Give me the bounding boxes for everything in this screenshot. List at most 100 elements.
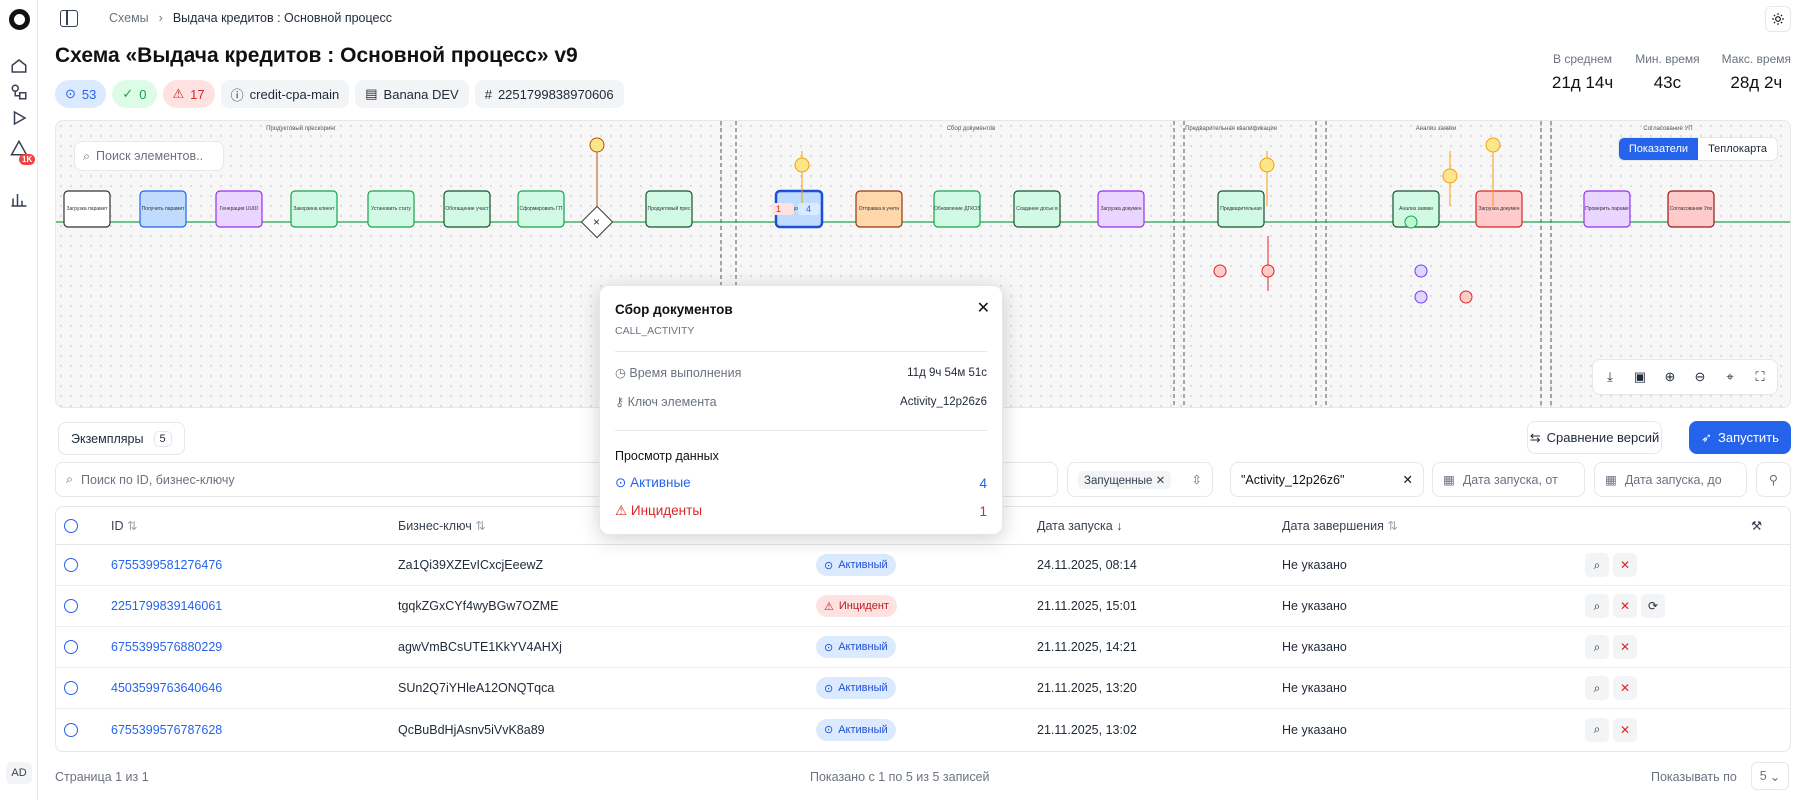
bpmn-task-label: Сформировать ГП — [520, 206, 563, 212]
done-chip[interactable]: ✓ 0 — [112, 80, 157, 108]
active-link[interactable]: ⊙ Активные 4 — [615, 469, 987, 497]
cancel-icon[interactable]: ✕ — [1613, 635, 1637, 659]
start-date: 21.11.2025, 14:21 — [1037, 640, 1137, 654]
cancel-icon[interactable]: ✕ — [1613, 717, 1637, 742]
col-end-label: Дата завершения — [1282, 519, 1384, 533]
active-icon: ⊙ — [65, 86, 76, 101]
close-icon[interactable]: ✕ — [977, 298, 990, 318]
download-icon[interactable]: ⤓ — [1597, 364, 1623, 390]
scheme-id: 2251799838970606 — [497, 86, 614, 102]
remove-icon[interactable]: ✕ — [1156, 475, 1166, 487]
cancel-icon[interactable]: ✕ — [1613, 594, 1637, 618]
status-label: Активный — [838, 682, 888, 694]
col-key[interactable]: Бизнес-ключ ⇅ — [398, 518, 486, 533]
business-key: QcBuBdHjAsnv5iVvK8a89 — [398, 722, 545, 737]
chevron-down-icon: ⌄ — [1769, 769, 1781, 784]
lane-label: Анализ заявки — [1416, 126, 1456, 132]
mode-heatmap[interactable]: Теплокарта — [1698, 138, 1777, 160]
bpmn-task-label: Загрузка парамет — [66, 206, 108, 212]
warning-icon: ⚠ — [172, 86, 185, 101]
table-row[interactable]: 4503599763640646 SUn2Q7iYHleA12ONQTqca ⊙ Ак… — [56, 668, 1790, 709]
status-label: Активный — [838, 559, 888, 571]
data-heading: Просмотр данных — [615, 449, 719, 463]
clock-icon: ◷ Время выполнения — [615, 366, 742, 380]
element-filter-value: "Activity_12p26z6" — [1241, 472, 1345, 487]
home-icon[interactable] — [9, 56, 29, 76]
row-checkbox[interactable] — [64, 722, 78, 737]
instance-id-link[interactable]: 6755399576880229 — [111, 640, 222, 654]
exec-label: Время выполнения — [629, 366, 742, 380]
search-placeholder: Поиск по ID, бизнес-ключу — [81, 472, 235, 487]
bpmn-task-label: Проверить параме — [1585, 206, 1629, 212]
logo[interactable] — [9, 9, 30, 30]
end-date: Не указано — [1282, 681, 1347, 695]
bpmn-task-label: Анализ заявки — [1399, 206, 1433, 212]
table-row[interactable]: 6755399576787628 QcBuBdHjAsnv5iVvK8a89 ⊙ Ак… — [56, 709, 1790, 750]
incidents-chip[interactable]: ⚠ 17 — [162, 80, 215, 108]
diagram-search[interactable]: ⌕ Поиск элементов.. — [74, 141, 224, 171]
status-label: Инцидент — [838, 600, 889, 612]
center-icon[interactable]: ⌖ — [1717, 364, 1743, 390]
stat-max: Макс. время 28д 2ч — [1722, 52, 1791, 93]
view-icon[interactable]: ⌕ — [1585, 594, 1609, 618]
row-checkbox[interactable] — [64, 640, 78, 654]
active-icon: ⊙ — [824, 559, 834, 572]
calendar-icon: ▦ — [1443, 473, 1455, 487]
date-to-input[interactable]: ▦ Дата запуска, до — [1594, 462, 1747, 497]
calendar-icon: ▦ — [1605, 473, 1617, 487]
col-id[interactable]: ID ⇅ — [111, 518, 137, 533]
view-icon[interactable]: ⌕ — [1585, 717, 1609, 742]
analytics-icon[interactable] — [9, 190, 29, 210]
image-icon[interactable]: ▣ — [1627, 364, 1653, 390]
incidents-link[interactable]: ⚠ Инциденты 1 — [615, 497, 987, 525]
wrench-icon[interactable]: ⚒ — [1751, 518, 1762, 533]
instance-id-link[interactable]: 4503599763640646 — [111, 681, 222, 695]
avatar[interactable]: AD — [6, 762, 32, 784]
clear-icon[interactable]: ✕ — [1403, 472, 1413, 487]
fit-icon[interactable]: ⛶ — [1747, 364, 1773, 390]
row-checkbox[interactable] — [64, 681, 78, 695]
retry-icon[interactable]: ⟳ — [1641, 594, 1665, 618]
date-from-placeholder: Дата запуска, от — [1462, 472, 1558, 487]
view-icon[interactable]: ⌕ — [1585, 553, 1609, 577]
instance-id-link[interactable]: 2251799839146061 — [111, 599, 222, 613]
theme-toggle-button[interactable] — [1765, 6, 1791, 32]
zoom-in-icon[interactable]: ⊕ — [1657, 364, 1683, 390]
play-icon[interactable] — [9, 108, 29, 128]
rocket-icon: ➶ — [1701, 429, 1712, 445]
compare-versions-button[interactable]: ⇆ Сравнение версий — [1527, 421, 1662, 454]
bpmn-task-label: Согласование Упо — [1670, 206, 1713, 212]
select-all-checkbox[interactable] — [64, 518, 78, 533]
instance-id-link[interactable]: 6755399576787628 — [111, 723, 222, 737]
table-row[interactable]: 2251799839146061 tgqkZGxCYf4wyBGw7OZME ⚠ Ин… — [56, 586, 1790, 627]
sort-icon: ⇅ — [1387, 519, 1398, 533]
schemes-icon[interactable] — [9, 82, 29, 102]
active-icon: ⊙ — [824, 641, 834, 654]
state-select[interactable]: Запущенные ✕ ⇳ — [1067, 462, 1213, 497]
table-row[interactable]: 6755399576880229 agwVmBCsUTE1KkYV4AHXj ⊙ Ак… — [56, 627, 1790, 668]
active-chip[interactable]: ⊙ 53 — [55, 80, 107, 108]
date-from-input[interactable]: ▦ Дата запуска, от — [1432, 462, 1585, 497]
mode-metrics[interactable]: Показатели — [1618, 138, 1699, 160]
tab-instances[interactable]: Экземпляры 5 — [58, 422, 185, 455]
zoom-out-icon[interactable]: ⊖ — [1687, 364, 1713, 390]
page-title: Схема «Выдача кредитов : Основной процес… — [55, 44, 578, 67]
table-row[interactable]: 6755399581276476 Za1Qi39XZEvICxcjEeewZ ⊙ Ак… — [56, 545, 1790, 586]
row-checkbox[interactable] — [64, 599, 78, 613]
instance-id-link[interactable]: 6755399581276476 — [111, 558, 222, 572]
filter-reset-button[interactable]: ⚲ — [1756, 462, 1791, 497]
col-start[interactable]: Дата запуска ↓ — [1037, 519, 1122, 533]
start-date: 21.11.2025, 13:20 — [1037, 681, 1137, 695]
col-end[interactable]: Дата завершения ⇅ — [1282, 518, 1398, 533]
check-icon: ✓ — [122, 86, 134, 101]
element-filter[interactable]: "Activity_12p26z6" ✕ — [1230, 462, 1424, 497]
cancel-icon[interactable]: ✕ — [1613, 553, 1637, 577]
row-checkbox[interactable] — [64, 558, 78, 572]
run-button[interactable]: ➶ Запустить — [1689, 421, 1791, 454]
sidebar-toggle-icon[interactable] — [60, 10, 78, 27]
cancel-icon[interactable]: ✕ — [1613, 676, 1637, 700]
breadcrumb-root[interactable]: Схемы — [109, 11, 149, 25]
per-page-select[interactable]: 5 ⌄ — [1751, 762, 1789, 790]
view-icon[interactable]: ⌕ — [1585, 635, 1609, 659]
view-icon[interactable]: ⌕ — [1585, 676, 1609, 700]
